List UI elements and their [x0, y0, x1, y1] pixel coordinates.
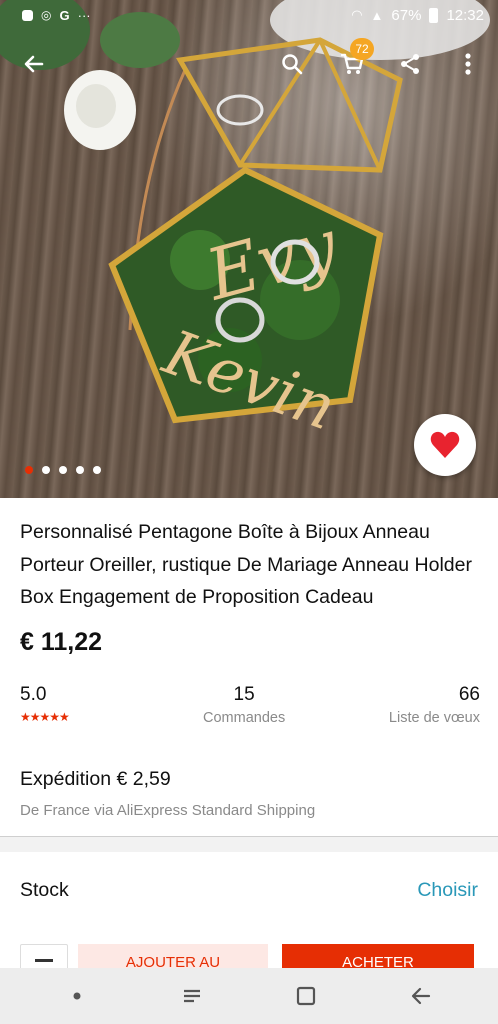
- rating-stars: ★★★★★: [20, 710, 70, 724]
- more-vertical-icon: [465, 53, 471, 75]
- add-to-cart-button[interactable]: AJOUTER AU: [78, 944, 268, 968]
- recent-apps-icon: [183, 989, 200, 1003]
- nav-dot-button[interactable]: [57, 976, 97, 1016]
- message-notification-icon: [22, 9, 33, 21]
- wifi-icon: ◠: [351, 7, 363, 22]
- cart-count-badge: 72: [350, 38, 374, 60]
- share-button[interactable]: [388, 42, 432, 86]
- store-menu-button[interactable]: [20, 944, 68, 968]
- battery-icon: [429, 7, 439, 23]
- home-button[interactable]: [286, 976, 326, 1016]
- section-gap: [0, 837, 498, 852]
- pager-dot: [76, 466, 84, 474]
- share-icon: [401, 54, 419, 74]
- product-price: € 11,22: [20, 628, 103, 656]
- signal-icon: ▲: [370, 7, 384, 23]
- product-stats: 5.0 ★★★★★ 15 Commandes 66 Liste de vœux: [20, 684, 480, 734]
- orders-stat: 15 Commandes: [203, 684, 285, 726]
- rating-stat[interactable]: 5.0 ★★★★★: [20, 684, 70, 724]
- orders-label: Commandes: [203, 710, 286, 726]
- status-bar: ◎ G ··· ◠ ▲ 67% 12:32: [0, 0, 498, 30]
- product-detail-screen: Evy Kevin ◎ G ··· ◠ ▲ 67% 12:32 72 Perso…: [0, 0, 498, 1024]
- choose-variant-link[interactable]: Choisir: [417, 879, 478, 902]
- wishlist-stat: 66 Liste de vœux: [389, 684, 480, 726]
- clock: 12:32: [446, 6, 484, 24]
- bottom-action-bar: AJOUTER AU ACHETER: [0, 944, 498, 968]
- search-icon: [282, 54, 303, 75]
- back-nav-button[interactable]: [401, 976, 441, 1016]
- pager-dot: [25, 466, 33, 474]
- image-pager: [25, 466, 101, 474]
- product-title: Personnalisé Pentagone Boîte à Bijoux An…: [20, 521, 472, 608]
- more-notifications-icon: ···: [77, 7, 91, 23]
- back-button[interactable]: [12, 42, 56, 86]
- home-square-icon: [297, 986, 316, 1006]
- wishlist-button[interactable]: [414, 414, 476, 476]
- stock-label: Stock: [20, 879, 69, 901]
- rating-value: 5.0: [20, 684, 47, 705]
- shipping-subtitle: De France via AliExpress Standard Shippi…: [20, 802, 316, 819]
- back-arrow-icon: [411, 987, 430, 1005]
- heart-icon: [430, 431, 460, 458]
- more-options-button[interactable]: [446, 42, 490, 86]
- pager-dot: [93, 466, 101, 474]
- wishlist-value: 66: [458, 684, 480, 705]
- google-notification-icon: G: [59, 7, 70, 23]
- search-button[interactable]: [270, 42, 314, 86]
- cart-button[interactable]: 72: [330, 38, 374, 86]
- system-nav-bar: [0, 968, 498, 1024]
- battery-percentage: 67%: [391, 6, 422, 24]
- buy-now-button[interactable]: ACHETER: [282, 944, 474, 968]
- shipping-title[interactable]: Expédition € 2,59: [20, 768, 171, 791]
- recent-apps-button[interactable]: [172, 976, 212, 1016]
- orders-value: 15: [233, 684, 255, 705]
- arrow-left-icon: [24, 55, 44, 73]
- wishlist-label: Liste de vœux: [388, 710, 480, 726]
- top-toolbar: 72: [0, 38, 498, 86]
- pager-dot: [59, 466, 67, 474]
- instagram-notification-icon: ◎: [41, 8, 52, 22]
- pager-dot: [42, 466, 50, 474]
- menu-icon: [35, 959, 53, 962]
- dot-icon: [73, 992, 81, 1000]
